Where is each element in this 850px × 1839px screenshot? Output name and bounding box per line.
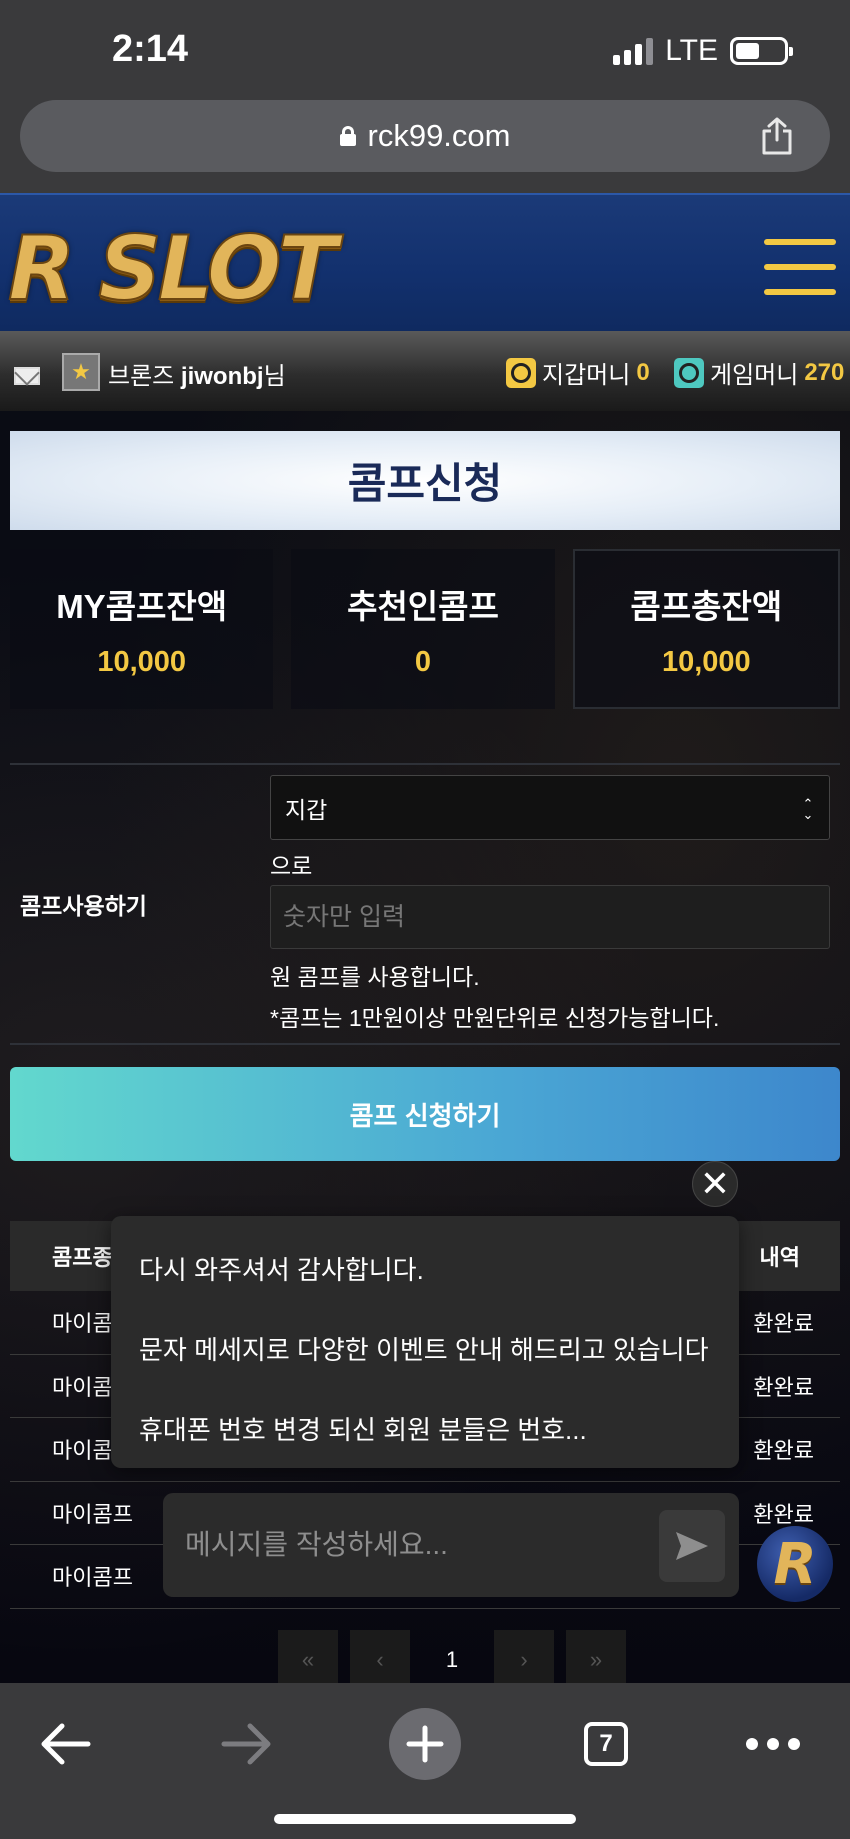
chat-avatar[interactable]: R <box>757 1526 833 1602</box>
send-icon <box>676 1532 708 1560</box>
battery-icon <box>730 37 793 65</box>
user-greeting: 브론즈 jiwonbj님 <box>108 356 286 391</box>
to-suffix: 으로 <box>270 853 313 879</box>
row-status: 환완료 <box>753 1374 814 1400</box>
wallet-safe-icon <box>506 357 536 388</box>
amount-input[interactable] <box>270 885 830 949</box>
send-button[interactable] <box>659 1510 725 1582</box>
stat-label: MY콤프잔액 <box>56 587 228 625</box>
user-info-bar: ★ 브론즈 jiwonbj님 지갑머니 0 게임머니 270 <box>0 331 850 411</box>
status-bar: 2:14 LTE <box>0 0 850 100</box>
chat-composer <box>163 1493 739 1597</box>
site-header: R SLOT <box>0 193 850 331</box>
stat-my-comp: MY콤프잔액 10,000 <box>10 549 274 709</box>
game-safe-icon <box>674 357 704 388</box>
page-title: 콤프신청 <box>347 460 503 507</box>
signal-icon <box>613 37 654 65</box>
row-type: 마이콤 <box>52 1438 113 1464</box>
comp-apply-button[interactable]: 콤프 신청하기 <box>10 1067 840 1161</box>
lock-icon <box>339 126 356 146</box>
tabs-button[interactable]: 7 <box>582 1699 630 1789</box>
status-icons: LTE <box>613 34 793 68</box>
home-indicator <box>274 1814 576 1824</box>
browser-address-area: rck99.com <box>0 100 850 193</box>
page-prev-button[interactable]: ‹ <box>350 1630 410 1690</box>
pagination: « ‹ 1 › » <box>278 1630 626 1690</box>
select-chevron-icon: ⌃ ⌄ <box>802 796 814 822</box>
divider <box>10 1043 840 1045</box>
use-text: 원 콤프를 사용합니다. <box>270 964 480 990</box>
menu-icon[interactable] <box>764 239 836 295</box>
chat-message: 다시 와주셔서 감사합니다. <box>139 1254 424 1285</box>
row-status: 환완료 <box>753 1438 814 1464</box>
col-type: 콤프종 <box>52 1245 113 1270</box>
network-label: LTE <box>665 34 718 67</box>
game-money[interactable]: 게임머니 270 <box>674 355 844 390</box>
stat-label: 추천인콤프 <box>347 587 499 625</box>
stat-value: 10,000 <box>97 645 187 678</box>
chat-message-input[interactable] <box>185 1519 615 1571</box>
tabs-count: 7 <box>584 1722 628 1766</box>
wallet-money[interactable]: 지갑머니 0 <box>506 355 650 390</box>
page-first-button[interactable]: « <box>278 1630 338 1690</box>
divider <box>10 763 840 765</box>
game-money-value: 270 <box>804 358 845 386</box>
page-current[interactable]: 1 <box>422 1630 482 1690</box>
chat-popup[interactable]: 다시 와주셔서 감사합니다. 문자 메세지로 다양한 이벤트 안내 해드리고 있… <box>111 1216 739 1468</box>
plus-icon <box>389 1708 461 1780</box>
rank-badge-icon: ★ <box>62 353 100 391</box>
row-type: 마이콤프 <box>52 1501 133 1527</box>
back-button[interactable] <box>36 1699 96 1789</box>
row-type: 마이콤 <box>52 1311 113 1337</box>
stat-referral-comp: 추천인콤프 0 <box>291 549 555 709</box>
new-tab-button[interactable] <box>389 1699 461 1789</box>
target-select-value: 지갑 <box>285 796 328 823</box>
user-honorific: 님 <box>263 363 286 390</box>
stat-label: 콤프총잔액 <box>630 587 783 625</box>
game-money-label: 게임머니 <box>710 362 799 389</box>
stat-value: 10,000 <box>661 645 751 678</box>
chat-close-button[interactable]: ✕ <box>692 1161 738 1207</box>
row-status: 환완료 <box>753 1501 814 1527</box>
row-type: 마이콤프 <box>52 1565 133 1591</box>
chat-message: 문자 메세지로 다양한 이벤트 안내 해드리고 있습니다 <box>139 1334 709 1365</box>
user-rank: 브론즈 <box>108 363 175 390</box>
page-next-button[interactable]: › <box>494 1630 554 1690</box>
url-text: rck99.com <box>367 118 511 153</box>
row-status: 환완료 <box>753 1311 814 1337</box>
more-button[interactable] <box>746 1699 800 1789</box>
forward-arrow-icon <box>221 1723 271 1765</box>
comp-use-label: 콤프사용하기 <box>20 893 147 919</box>
stat-total-comp: 콤프총잔액 10,000 <box>572 549 840 709</box>
row-type: 마이콤 <box>52 1374 113 1400</box>
comp-stats: MY콤프잔액 10,000 추천인콤프 0 콤프총잔액 10,000 <box>10 549 840 709</box>
col-status: 내역 <box>759 1245 800 1270</box>
target-select[interactable]: 지갑 ⌃ ⌄ <box>270 775 830 840</box>
back-arrow-icon <box>41 1723 91 1765</box>
wallet-money-value: 0 <box>636 358 650 386</box>
site-logo[interactable]: R SLOT <box>7 216 339 321</box>
mail-icon[interactable] <box>14 367 40 385</box>
address-bar[interactable]: rck99.com <box>20 100 830 172</box>
chat-message: 휴대폰 번호 변경 되신 회원 분들은 번호... <box>139 1414 587 1445</box>
status-time: 2:14 <box>112 28 189 70</box>
comp-notice: *콤프는 1만원이상 만원단위로 신청가능합니다. <box>270 1005 720 1031</box>
page-last-button[interactable]: » <box>566 1630 626 1690</box>
forward-button[interactable] <box>216 1699 276 1789</box>
user-name: jiwonbj <box>180 363 264 390</box>
more-dots-icon <box>746 1738 800 1750</box>
page-title-banner: 콤프신청 <box>10 431 840 530</box>
share-icon[interactable] <box>760 116 794 156</box>
stat-value: 0 <box>414 645 432 678</box>
wallet-money-label: 지갑머니 <box>542 362 631 389</box>
